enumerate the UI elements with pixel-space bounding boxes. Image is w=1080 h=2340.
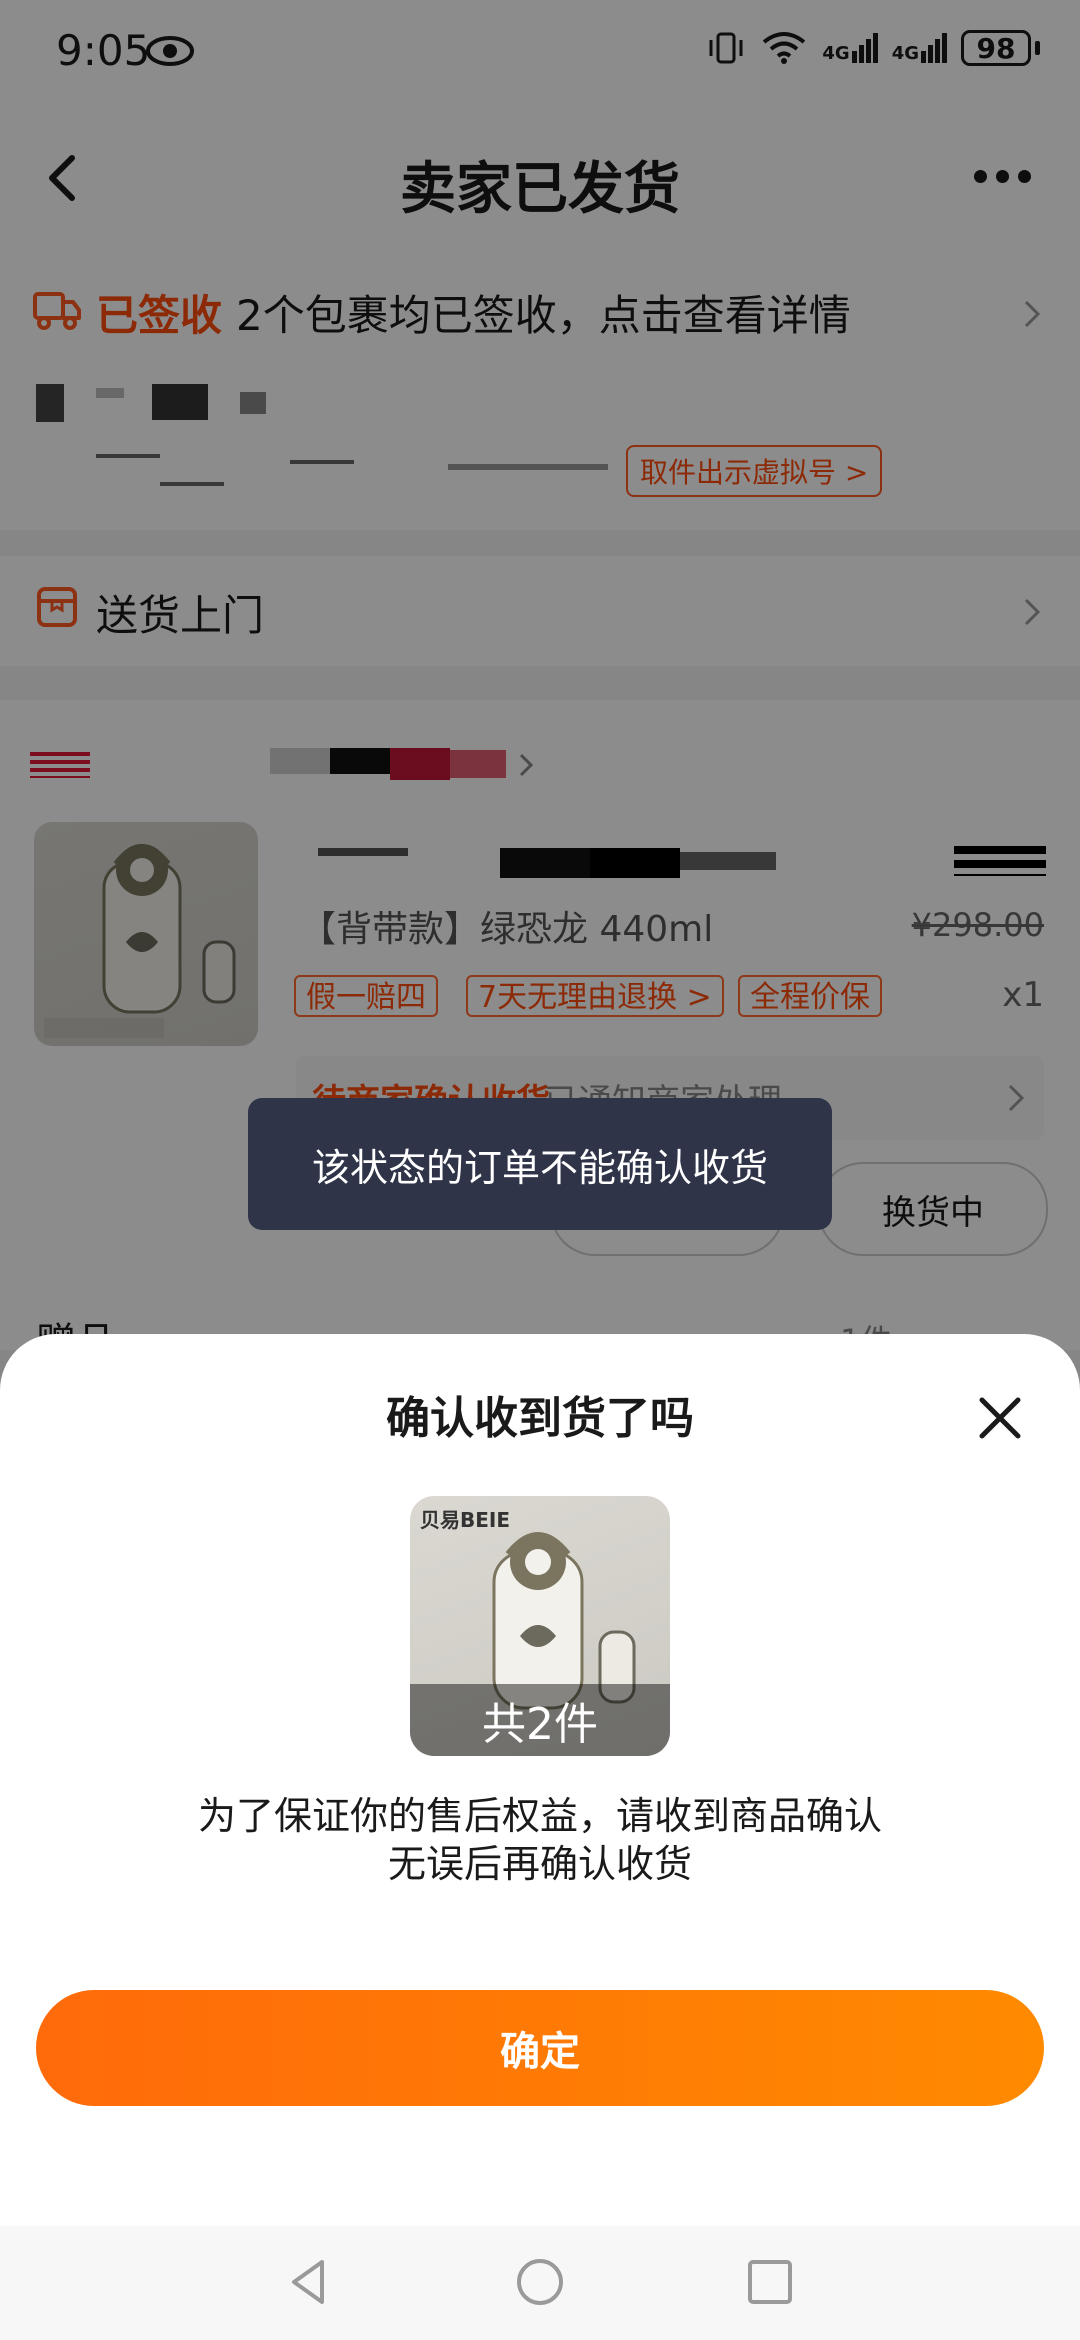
sheet-description-line2: 无误后再确认收货 [387, 1842, 692, 1886]
confirm-receipt-sheet: 确认收到货了吗 贝易BEIE 共2件 为了保证你的售后权益，请收到商品确认 无误… [0, 1334, 1080, 2340]
confirm-button[interactable]: 确定 [36, 1990, 1044, 2106]
system-nav-bar [0, 2226, 1080, 2340]
sheet-title: 确认收到货了吗 [386, 1393, 694, 1444]
toast-message: 该状态的订单不能确认收货 [248, 1098, 832, 1230]
nav-recent-apps-icon[interactable] [744, 2256, 796, 2308]
nav-home-icon[interactable] [514, 2256, 566, 2308]
item-count-caption: 共2件 [410, 1684, 670, 1756]
brand-logo: 贝易BEIE [420, 1508, 511, 1532]
sheet-description-line1: 为了保证你的售后权益，请收到商品确认 [197, 1794, 882, 1838]
sheet-description: 为了保证你的售后权益，请收到商品确认 无误后再确认收货 [0, 1792, 1080, 1888]
close-icon[interactable] [972, 1390, 1028, 1446]
sheet-product-image: 贝易BEIE 共2件 [410, 1496, 670, 1756]
nav-back-icon[interactable] [284, 2256, 336, 2308]
